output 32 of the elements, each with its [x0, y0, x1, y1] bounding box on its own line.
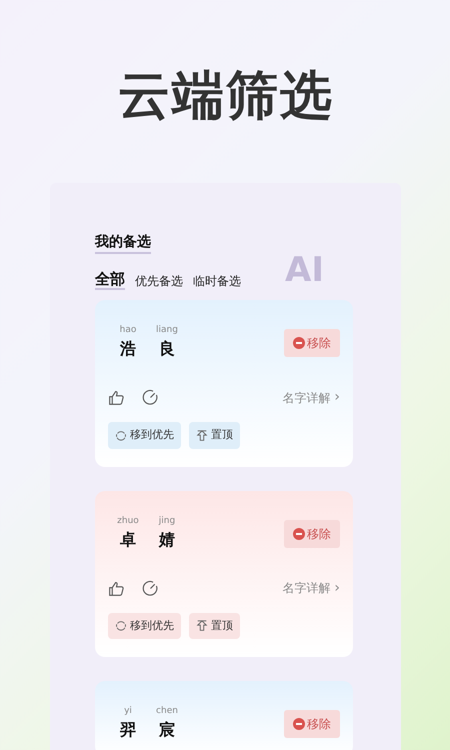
name-character: 婧 [159, 532, 175, 548]
minus-icon [293, 337, 305, 350]
name-character: 卓 [120, 532, 136, 548]
filter-tab[interactable]: 优先备选 [135, 274, 183, 290]
thumbs-up-icon[interactable] [108, 389, 125, 406]
pinyin-text: chen [156, 707, 178, 716]
move-priority-button[interactable]: 移到优先 [108, 422, 181, 449]
name-character: 良 [159, 341, 175, 358]
pinyin-text: hao [120, 326, 136, 336]
move-priority-button[interactable]: 移到优先 [108, 612, 181, 640]
pinyin-text: yi [124, 707, 132, 716]
pinyin-text: zhuo [117, 516, 139, 526]
pin-top-button[interactable]: 置顶 [189, 612, 240, 640]
name-character: 宸 [159, 722, 175, 738]
pin-top-button[interactable]: 置顶 [189, 422, 240, 449]
name-character: 羿 [120, 722, 136, 738]
filter-tab[interactable]: 全部 [95, 270, 125, 290]
filter-tab[interactable]: 临时备选 [193, 274, 241, 290]
section-title: 我的备选 [95, 234, 151, 254]
cycle-icon [115, 620, 127, 632]
minus-icon [293, 528, 305, 540]
minus-icon [293, 718, 305, 730]
pinyin-text: liang [156, 326, 178, 336]
thumbs-up-icon[interactable] [108, 580, 125, 597]
up-arrow-icon [196, 620, 208, 632]
up-arrow-icon [196, 430, 208, 442]
headline: 云端筛选 [118, 70, 334, 122]
cycle-icon [115, 430, 127, 442]
gauge-icon[interactable] [142, 389, 159, 406]
name-character: 浩 [120, 341, 136, 358]
gauge-icon[interactable] [142, 580, 159, 597]
pinyin-text: jing [158, 516, 176, 526]
